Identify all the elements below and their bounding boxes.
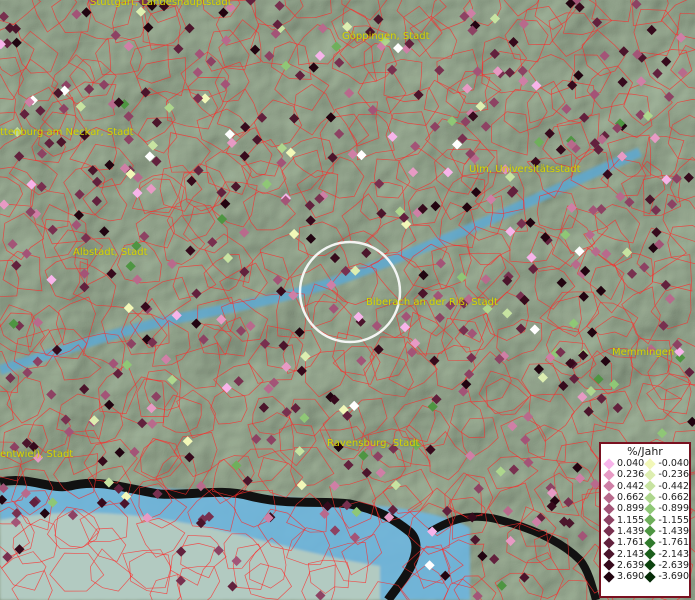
legend: %/Jahr 0.040 -0.040 0.236 -0.236 0.442 -0.442…: [599, 442, 691, 598]
legend-swatch-positive: [603, 457, 615, 470]
legend-value-positive: 1.761: [617, 537, 645, 549]
legend-value-negative: -2.639: [658, 559, 689, 571]
legend-row: 0.442 -0.442: [603, 480, 689, 492]
legend-row: 0.236 -0.236: [603, 469, 689, 481]
legend-swatch-negative: [644, 548, 657, 560]
legend-value-positive: 2.143: [617, 548, 645, 560]
city-label-memmingen: Memmingen: [612, 347, 675, 358]
city-label-albstadt: Albstadt, Stadt: [73, 247, 148, 258]
legend-row: 2.639 -2.639: [603, 559, 689, 571]
legend-swatch-negative: [644, 491, 657, 504]
legend-value-positive: 0.662: [617, 492, 645, 504]
legend-rows: 0.040 -0.040 0.236 -0.236 0.442 -0.442 0.662 -0…: [603, 457, 689, 583]
legend-swatch-positive: [603, 537, 615, 549]
legend-row: 0.899 -0.899: [603, 503, 689, 515]
legend-value-positive: 1.439: [617, 525, 645, 537]
legend-swatch-negative: [644, 503, 657, 515]
legend-row: 3.690 -3.690: [603, 570, 689, 583]
legend-swatch-positive: [603, 514, 615, 526]
legend-value-positive: 1.155: [617, 514, 645, 526]
legend-value-negative: -0.442: [658, 480, 689, 492]
legend-value-negative: -0.662: [658, 492, 689, 504]
legend-swatch-positive: [603, 548, 615, 560]
legend-swatch-positive: [603, 559, 615, 571]
legend-row: 1.761 -1.761: [603, 537, 689, 549]
city-label-goeppingen: Göppingen, Stadt: [342, 31, 430, 42]
legend-swatch-negative: [644, 537, 657, 549]
legend-value-positive: 0.899: [617, 503, 645, 515]
legend-value-negative: -3.690: [658, 571, 689, 583]
legend-swatch-negative: [644, 525, 657, 538]
legend-swatch-negative: [644, 469, 657, 481]
legend-swatch-positive: [603, 491, 615, 504]
city-label-biberach: Biberach an der Riß, Stadt: [366, 297, 498, 308]
legend-row: 0.040 -0.040: [603, 457, 689, 470]
legend-swatch-positive: [603, 503, 615, 515]
city-label-ravensburg: Ravensburg, Stadt: [327, 438, 420, 449]
legend-row: 2.143 -2.143: [603, 548, 689, 560]
legend-swatch-negative: [644, 480, 657, 492]
legend-row: 1.155 -1.155: [603, 514, 689, 526]
city-label-stuttgart: Stuttgart, Landeshauptstadt: [90, 0, 232, 8]
legend-swatch-positive: [603, 525, 615, 538]
legend-swatch-negative: [644, 514, 657, 526]
legend-value-positive: 3.690: [617, 571, 645, 583]
legend-swatch-positive: [603, 469, 615, 481]
terrain-map[interactable]: [0, 0, 695, 600]
legend-value-negative: -0.040: [658, 458, 689, 470]
legend-title: %/Jahr: [627, 445, 663, 458]
legend-swatch-negative: [644, 559, 657, 571]
legend-row: 1.439 -1.439: [603, 525, 689, 538]
legend-swatch-negative: [644, 570, 657, 583]
legend-swatch-negative: [644, 457, 657, 470]
legend-value-negative: -1.439: [658, 525, 689, 537]
city-label-singen: entwiel), Stadt: [0, 449, 74, 460]
legend-value-positive: 0.442: [617, 480, 645, 492]
legend-value-positive: 0.236: [617, 469, 645, 481]
city-label-ulm: Ulm, Universitätsstadt: [469, 164, 581, 175]
legend-value-negative: -1.761: [658, 537, 689, 549]
legend-value-negative: -0.236: [658, 469, 689, 481]
legend-value-negative: -2.143: [658, 548, 689, 560]
city-label-rottenburg: ttenburg am Neckar, Stadt: [0, 127, 134, 138]
legend-swatch-positive: [603, 570, 615, 583]
legend-row: 0.662 -0.662: [603, 491, 689, 504]
legend-swatch-positive: [603, 480, 615, 492]
legend-value-positive: 0.040: [617, 458, 645, 470]
legend-value-positive: 2.639: [617, 559, 645, 571]
legend-value-negative: -0.899: [658, 503, 689, 515]
legend-value-negative: -1.155: [658, 514, 689, 526]
